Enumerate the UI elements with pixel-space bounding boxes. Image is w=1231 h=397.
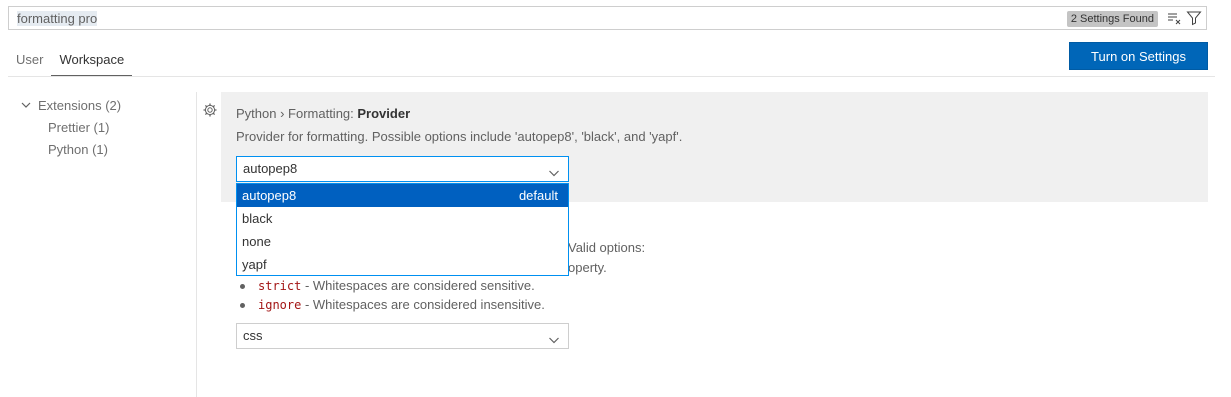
- select-value: autopep8: [243, 161, 298, 176]
- chevron-down-icon: [548, 330, 560, 344]
- clear-filter-icon[interactable]: [1166, 10, 1182, 26]
- chevron-down-icon: [20, 96, 34, 118]
- toc-item-prettier[interactable]: Prettier (1): [20, 117, 121, 139]
- setting-description-fragment: operty.: [568, 260, 607, 275]
- provider-dropdown-list: autopep8 default black none yapf: [236, 183, 569, 276]
- dropdown-option-yapf[interactable]: yapf: [237, 253, 568, 276]
- dropdown-option-none[interactable]: none: [237, 230, 568, 253]
- tab-user[interactable]: User: [8, 44, 51, 76]
- dropdown-option-autopep8[interactable]: autopep8 default: [237, 184, 568, 207]
- setting-description: Provider for formatting. Possible option…: [236, 129, 683, 144]
- option-text: - Whitespaces are considered insensitive…: [301, 297, 545, 312]
- setting-description-fragment: Valid options:: [568, 240, 646, 255]
- toc-item-extensions[interactable]: Extensions (2): [20, 95, 121, 117]
- filter-icon[interactable]: [1186, 10, 1202, 26]
- dropdown-option-black[interactable]: black: [237, 207, 568, 230]
- settings-scope-tabs: User Workspace: [8, 44, 133, 76]
- setting-name: Provider: [357, 106, 411, 121]
- default-label: default: [518, 188, 558, 203]
- option-text: - Whitespaces are considered sensitive.: [301, 278, 535, 293]
- option-label: autopep8: [242, 188, 297, 203]
- whitespace-select[interactable]: css: [236, 323, 569, 349]
- chevron-down-icon: [548, 163, 560, 177]
- settings-toc: Extensions (2) Prettier (1) Python (1): [20, 95, 121, 161]
- tab-workspace[interactable]: Workspace: [51, 44, 133, 76]
- option-code: strict: [258, 279, 302, 293]
- setting-category: Python › Formatting:: [236, 106, 358, 121]
- search-query[interactable]: formatting pro: [17, 11, 98, 26]
- toc-divider: [196, 92, 197, 397]
- setting-title: Python › Formatting: Provider: [236, 106, 410, 121]
- toc-item-label: Extensions (2): [38, 98, 122, 113]
- tabs-divider: [8, 76, 1215, 77]
- toc-item-python[interactable]: Python (1): [20, 139, 121, 161]
- gear-icon[interactable]: [202, 102, 218, 118]
- settings-found-badge: 2 Settings Found: [1066, 11, 1158, 27]
- turn-on-settings-sync-button[interactable]: Turn on Settings Sync: [1069, 42, 1208, 90]
- option-code: ignore: [258, 298, 302, 312]
- option-bullet: ignore - Whitespaces are considered inse…: [240, 297, 545, 312]
- formatting-provider-select[interactable]: autopep8: [236, 156, 569, 182]
- settings-search-input[interactable]: formatting pro 2 Settings Found: [8, 6, 1207, 30]
- select-value: css: [243, 328, 263, 343]
- option-bullet: strict - Whitespaces are considered sens…: [240, 278, 535, 293]
